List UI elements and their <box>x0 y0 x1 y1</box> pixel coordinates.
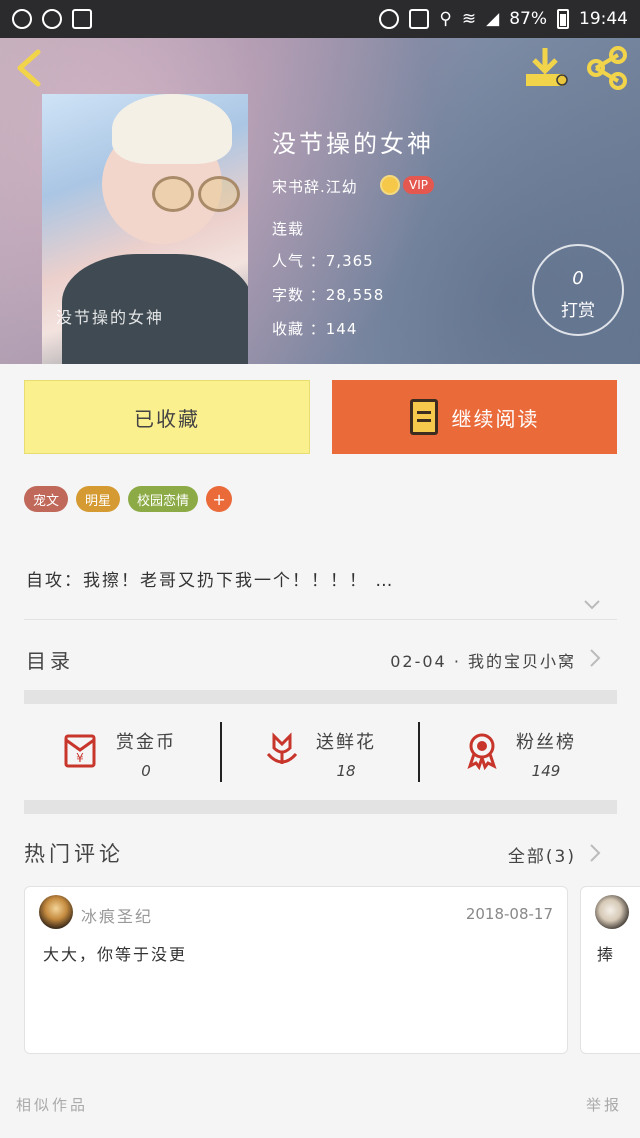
cover-glasses-left <box>152 176 194 212</box>
cover-glasses-right <box>198 176 240 212</box>
status-right: ⚲ ≋ ◢ 87% 19:44 <box>379 9 628 29</box>
red-envelope-icon: ¥ <box>64 734 96 768</box>
book-header: 没节操的女神 没节操的女神 宋书辞.江幼 VIP 连载 人气 ：7,365 字数… <box>0 38 640 364</box>
all-comments-link[interactable]: 全部(3) <box>508 842 576 867</box>
stat-fans-value: 149 <box>531 762 561 780</box>
comment-text: 捧 <box>597 945 614 964</box>
browser-notification-icon <box>42 9 62 29</box>
comment-card[interactable]: 冰痕圣纪 2018-08-17 大大，你等于没更 <box>24 886 568 1054</box>
toc-latest-chapter[interactable]: 02-04 · 我的宝贝小窝 <box>390 648 576 672</box>
hot-comments-title: 热门评论 <box>24 842 124 866</box>
location-icon: ⚲ <box>439 9 452 29</box>
signal-icon: ◢ <box>486 9 500 29</box>
comment-username[interactable]: 冰痕圣纪 <box>81 903 153 927</box>
vip-label: VIP <box>403 176 434 194</box>
book-word-count: 字数 ：28,558 <box>272 286 385 304</box>
data-saver-icon <box>379 9 400 29</box>
wifi-icon: ≋ <box>461 9 477 29</box>
chevron-down-icon[interactable] <box>582 594 602 614</box>
section-separator <box>24 800 617 814</box>
status-left <box>12 9 92 29</box>
svg-text:¥: ¥ <box>76 751 84 765</box>
book-icon <box>409 399 438 435</box>
section-separator <box>24 690 617 704</box>
status-bar: ⚲ ≋ ◢ 87% 19:44 <box>0 0 640 38</box>
book-intro[interactable]: 自攻：我擦！老哥又扔下我一个！！！！ … <box>26 566 394 591</box>
stat-flowers-label: 送鲜花 <box>316 732 376 753</box>
tag-chip[interactable]: 校园恋情 <box>128 486 199 512</box>
stat-coins[interactable]: ¥ 赏金币 0 <box>24 722 220 784</box>
cover-title-text: 没节操的女神 <box>56 308 165 327</box>
book-title: 没节操的女神 <box>272 130 434 158</box>
book-popularity: 人气 ：7,365 <box>272 252 374 270</box>
download-icon[interactable] <box>524 46 570 90</box>
avatar[interactable] <box>595 895 629 929</box>
similar-works-link[interactable]: 相似作品 <box>16 1094 88 1115</box>
stat-coins-value: 0 <box>141 762 151 780</box>
file-notification-icon <box>72 9 92 29</box>
app-notification-icon <box>12 9 32 29</box>
flower-icon <box>266 732 298 764</box>
book-status: 连载 <box>272 220 305 238</box>
battery-icon <box>557 9 569 29</box>
divider <box>24 619 617 620</box>
tag-chip[interactable]: 明星 <box>76 486 121 512</box>
stat-separator <box>220 722 222 782</box>
cast-icon <box>409 9 430 29</box>
chevron-right-icon[interactable] <box>588 842 602 864</box>
tip-button[interactable]: 0 打赏 <box>532 244 624 336</box>
collected-label: 已收藏 <box>134 406 200 431</box>
stat-flowers-value: 18 <box>336 762 356 780</box>
collected-button[interactable]: 已收藏 <box>24 380 310 454</box>
toc-label[interactable]: 目录 <box>26 645 74 674</box>
report-link[interactable]: 举报 <box>586 1094 622 1115</box>
tip-count: 0 <box>572 268 584 289</box>
vip-badge: VIP <box>380 174 434 196</box>
continue-reading-label: 继续阅读 <box>451 406 540 431</box>
comment-text: 大大，你等于没更 <box>43 945 188 964</box>
back-icon[interactable] <box>12 48 48 88</box>
book-favorites: 收藏 ：144 <box>272 320 358 338</box>
book-author[interactable]: 宋书辞.江幼 <box>272 176 358 197</box>
chevron-right-icon[interactable] <box>588 647 602 669</box>
add-tag-button[interactable]: + <box>206 486 233 512</box>
tag-list: 宠文 明星 校园恋情 + <box>24 486 233 512</box>
vip-sun-icon <box>380 175 400 195</box>
stat-separator <box>418 722 420 782</box>
comment-date: 2018-08-17 <box>465 905 553 923</box>
cover-hair <box>112 94 232 164</box>
medal-icon <box>467 733 497 770</box>
stat-fans-label: 粉丝榜 <box>516 732 576 753</box>
book-cover[interactable]: 没节操的女神 <box>42 94 248 364</box>
share-icon[interactable] <box>584 46 630 90</box>
stat-fans[interactable]: 粉丝榜 149 <box>424 722 620 784</box>
stat-coins-label: 赏金币 <box>116 732 176 753</box>
continue-reading-button[interactable]: 继续阅读 <box>332 380 617 454</box>
comment-card[interactable]: 捧 <box>580 886 640 1054</box>
battery-percent: 87% <box>509 9 547 29</box>
tip-label: 打赏 <box>561 301 595 321</box>
avatar[interactable] <box>39 895 73 929</box>
tag-chip[interactable]: 宠文 <box>24 486 69 512</box>
stat-flowers[interactable]: 送鲜花 18 <box>224 722 420 784</box>
clock: 19:44 <box>579 9 628 29</box>
